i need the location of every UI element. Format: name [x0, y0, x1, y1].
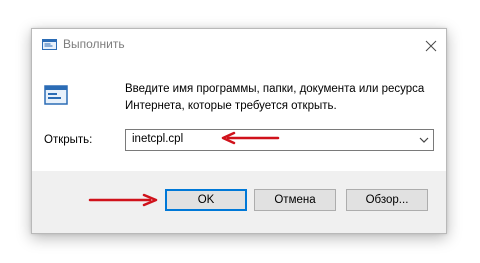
- chevron-down-icon[interactable]: [419, 136, 429, 144]
- ok-button[interactable]: OK: [165, 189, 247, 211]
- run-icon: [44, 85, 68, 105]
- run-dialog: Выполнить Введите имя программы, папки, …: [31, 28, 447, 234]
- dialog-description: Введите имя программы, папки, документа …: [125, 83, 425, 112]
- cancel-button[interactable]: Отмена: [254, 189, 336, 211]
- close-icon[interactable]: [422, 37, 440, 55]
- open-input[interactable]: inetcpl.cpl: [132, 133, 183, 145]
- run-icon: [42, 39, 57, 50]
- open-combobox[interactable]: inetcpl.cpl: [125, 129, 434, 151]
- open-label: Открыть:: [44, 134, 93, 146]
- window-title: Выполнить: [63, 37, 125, 51]
- browse-button[interactable]: Обзор...: [346, 189, 428, 211]
- title-bar: Выполнить: [32, 29, 446, 61]
